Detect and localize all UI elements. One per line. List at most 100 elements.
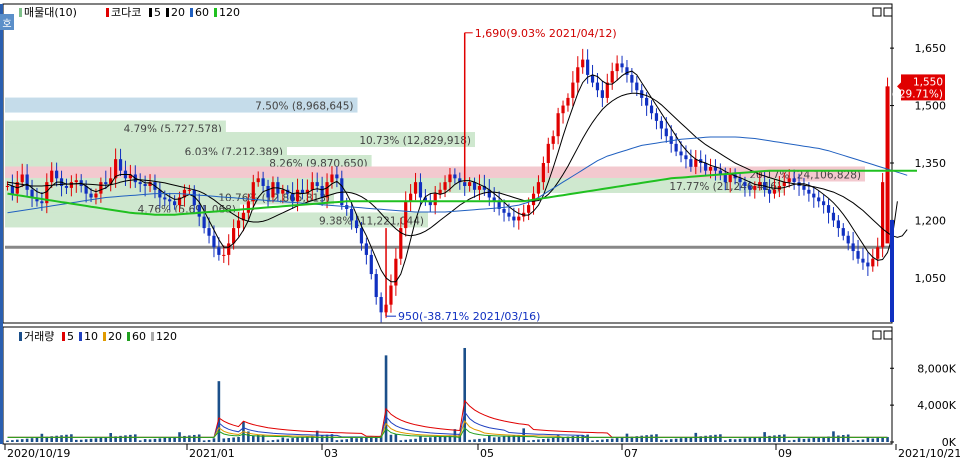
legend-label[interactable]: 매물대(10) [24,6,77,19]
volume-bar [70,434,73,442]
volume-bar [542,438,545,442]
candle-body [561,105,565,114]
volume-bar [841,434,845,442]
volume-bar [124,435,127,442]
candle-body [841,228,845,236]
candle-body [212,235,216,248]
x-tick-label: 2020/10/19 [7,447,70,460]
volume-bar [153,438,157,442]
candle-body [55,170,59,179]
volume-bar [183,435,186,442]
volume-tick-label: 4,000K [917,399,956,412]
volume-bar [684,437,688,442]
candle-body [246,201,250,213]
panel-window-button[interactable] [872,330,882,340]
legend-swatch [19,8,22,17]
legend-label[interactable]: 20 [108,330,122,343]
volume-bar [861,439,865,442]
candle-body [512,216,516,221]
volume-bar [802,438,806,442]
legend-label[interactable]: 10 [84,330,98,343]
volume-bar [355,438,358,442]
panel-window-button[interactable] [883,7,893,17]
legend-label[interactable]: 5 [154,6,161,19]
candle-body [266,185,270,198]
volume-bar [556,434,560,442]
legend-swatch [151,332,154,341]
candle-body [310,182,314,190]
candle-body [5,185,10,187]
volume-bar [129,434,132,442]
candle-body [527,205,531,213]
volume-bar [55,435,58,442]
candle-body [89,193,93,198]
candle-body [630,74,634,83]
volume-bar [778,434,781,442]
side-scroll[interactable] [0,4,3,444]
legend-label[interactable]: 20 [171,6,185,19]
volume-bar [188,435,191,442]
volume-bar [601,439,604,442]
volume-bar [871,438,875,442]
candle-body [659,120,663,129]
volume-bar [709,435,712,442]
candle-body [99,182,103,194]
candle-body [507,212,511,217]
legend-label[interactable]: 거래량 [24,330,54,343]
volume-bar [424,437,427,442]
volume-bar [266,440,270,442]
candle-body [586,59,590,75]
legend-label[interactable]: 코다코 [111,6,141,19]
volume-bar [84,439,88,442]
panel-window-button[interactable] [872,7,882,17]
volume-bar [502,436,506,442]
volume-bar [689,437,693,442]
price-tick-label: 1,200 [915,214,947,227]
candle-body [389,285,393,305]
volume-bar [866,437,870,442]
legend-label[interactable]: 120 [219,6,240,19]
legend-label[interactable]: 60 [132,330,146,343]
legend-label[interactable]: 120 [156,330,177,343]
volume-bar [655,434,658,442]
volume-bar [25,438,29,442]
candle-body [738,178,742,183]
volume-bar [89,438,93,442]
candle-body [871,258,875,267]
volume-bar [817,437,821,442]
volume-bar [487,435,491,442]
candle-body [335,174,339,179]
candle-body [753,185,757,190]
volume-bar [276,439,280,442]
volume-bar [837,435,840,442]
candle-body [708,166,713,171]
volume-bar [232,437,235,442]
volume-bar [197,434,201,442]
candle-body [271,182,275,198]
candle-body [772,189,777,194]
candle-body [163,197,167,200]
candle-body [472,182,477,190]
candle-body [404,201,408,229]
legend-label[interactable]: 60 [195,6,209,19]
candle-body [418,182,423,198]
candle-body [694,159,698,167]
volume-bar [281,437,285,442]
volume-bar [527,440,530,442]
candle-body [364,243,368,255]
volume-bar [419,435,422,442]
volume-bar [163,437,167,442]
candle-body [207,228,211,236]
volume-bar [733,439,737,442]
volume-bar [743,438,747,442]
volume-bar [714,434,717,442]
panel-window-button[interactable] [883,330,893,340]
volume-bar [296,437,299,442]
candle-body [502,208,506,213]
volume-bar [360,437,363,442]
volume-bar [65,434,68,442]
legend-label[interactable]: 5 [67,330,74,343]
volume-bar [79,439,83,442]
legend-swatch [149,8,152,17]
volume-bar [202,440,206,442]
